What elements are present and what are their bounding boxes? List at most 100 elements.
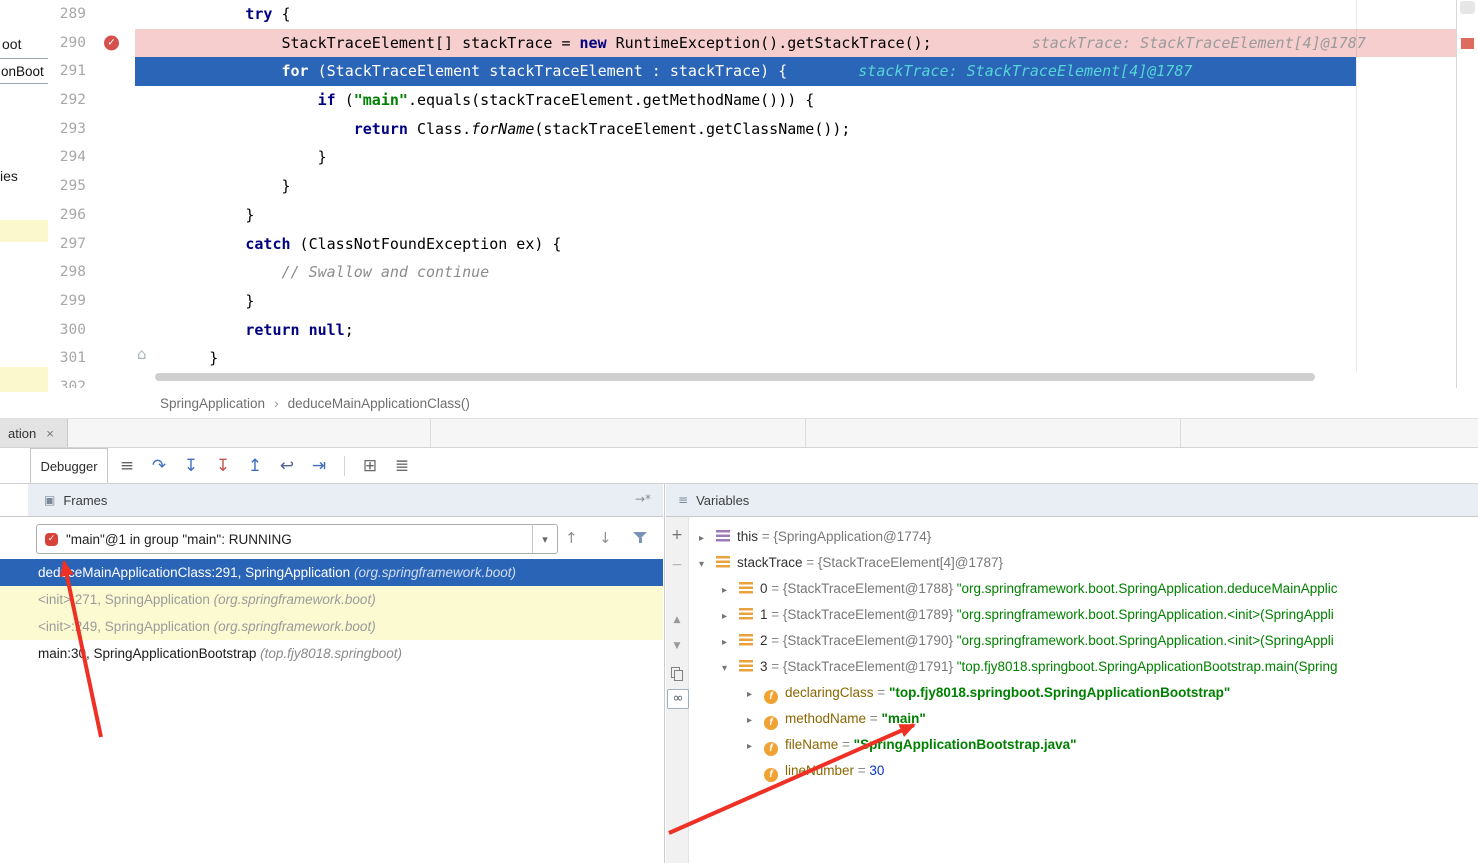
variable-row-0[interactable]: ▸0 = {StackTraceElement@1788} "org.sprin… [689,576,1478,602]
code-text: StackTraceElement[] stackTrace = new Run… [135,34,1366,52]
variable-string-value: "SpringApplicationBootstrap.java" [854,737,1077,752]
code-line-299[interactable]: } [135,287,1456,316]
gutter-line-295[interactable]: 295 [48,172,135,201]
project-item-fragment[interactable]: oot [2,36,21,52]
panel-arrow-icon[interactable]: →* [635,492,651,506]
breakpoint-icon[interactable]: ✓ [104,36,119,51]
frame-row[interactable]: deduceMainApplicationClass:291, SpringAp… [0,559,663,586]
code-text: } [135,177,291,195]
variable-ref-value: {StackTraceElement@1788} [783,581,957,596]
code-editor[interactable]: 289290✓291292293294295296297298299300301… [48,0,1456,388]
equals-sign: = [768,659,783,674]
gutter-line-297[interactable]: 297 [48,230,135,259]
restore-layout-icon[interactable]: ≡ [116,456,138,476]
tree-chevron-icon[interactable]: ▸ [747,682,761,708]
run-config-tab[interactable]: ation × [0,419,68,447]
tree-chevron-icon[interactable]: ▸ [747,734,761,760]
layout-settings-icon[interactable]: ≣ [391,456,413,476]
gutter-line-294[interactable]: 294 [48,143,135,172]
code-line-294[interactable]: } [135,143,1456,172]
tree-chevron-icon[interactable]: ▸ [722,604,736,630]
tab-debugger[interactable]: Debugger [30,448,108,483]
variable-row-fileName[interactable]: ▸ffileName = "SpringApplicationBootstrap… [689,732,1478,758]
vertical-scrollbar[interactable] [1456,0,1478,420]
remove-watch-icon[interactable]: − [666,557,688,573]
variable-row-stackTrace[interactable]: ▾stackTrace = {StackTraceElement[4]@1787… [689,550,1478,576]
tree-chevron-icon[interactable]: ▾ [699,552,713,578]
gutter-line-298[interactable]: 298 [48,258,135,287]
code-line-298[interactable]: // Swallow and continue [135,258,1456,287]
gutter-line-302[interactable]: 302 [48,373,135,388]
error-stripe-breakpoint-mark[interactable] [1461,38,1474,49]
view-as-table-icon[interactable]: ⊞ [359,456,381,476]
run-to-cursor-icon[interactable]: ⇥ [308,456,330,476]
previous-frame-icon[interactable]: ↑ [565,529,578,547]
code-text: } [135,148,327,166]
variable-row-methodName[interactable]: ▸fmethodName = "main" [689,706,1478,732]
scrollbar-thumb[interactable] [1460,1,1475,14]
step-out-icon[interactable]: ↥ [244,456,266,476]
copy-stack-icon[interactable] [671,667,682,680]
add-watch-icon[interactable]: + [666,527,688,543]
tree-chevron-icon[interactable]: ▾ [722,656,736,682]
variable-row-lineNumber[interactable]: flineNumber = 30 [689,758,1478,784]
code-line-300[interactable]: return null; [135,316,1456,345]
code-line-293[interactable]: return Class.forName(stackTraceElement.g… [135,115,1456,144]
tree-chevron-icon[interactable]: ▸ [699,526,713,552]
code-text: } [135,292,254,310]
variable-ref-value: {StackTraceElement[4]@1787} [818,555,1003,570]
step-over-icon[interactable]: ↷ [148,456,170,476]
code-text: // Swallow and continue [135,263,489,281]
tree-chevron-icon[interactable]: ▸ [747,708,761,734]
thread-selector[interactable]: ✓ "main"@1 in group "main": RUNNING ▾ [36,524,558,554]
gutter-line-292[interactable]: 292 [48,86,135,115]
filter-frames-icon[interactable] [633,531,647,544]
scroll-up-icon[interactable]: ▲ [666,615,688,625]
gutter-line-291[interactable]: 291 [48,57,135,86]
code-line-289[interactable]: try { [135,0,1456,29]
variable-row-1[interactable]: ▸1 = {StackTraceElement@1789} "org.sprin… [689,602,1478,628]
code-line-296[interactable]: } [135,201,1456,230]
next-frame-icon[interactable]: ↓ [599,529,612,547]
close-icon[interactable]: × [46,426,54,441]
code-line-297[interactable]: catch (ClassNotFoundException ex) { [135,230,1456,259]
equals-sign: = [866,711,881,726]
gutter-line-290[interactable]: 290✓ [48,29,135,58]
force-step-into-icon[interactable]: ↧ [212,456,234,476]
code-line-301[interactable]: } [135,344,1456,373]
gutter-line-293[interactable]: 293 [48,115,135,144]
variable-row-declaringClass[interactable]: ▸fdeclaringClass = "top.fjy8018.springbo… [689,680,1478,706]
line-number: 291 [48,57,86,86]
panel-splitter[interactable] [664,484,665,863]
code-line-290[interactable]: StackTraceElement[] stackTrace = new Run… [135,29,1456,58]
gutter-line-299[interactable]: 299 [48,287,135,316]
chevron-down-icon[interactable]: ▾ [532,525,557,553]
gutter-line-296[interactable]: 296 [48,201,135,230]
horizontal-scrollbar[interactable] [155,373,1315,381]
editor-gutter[interactable]: 289290✓291292293294295296297298299300301… [48,0,135,388]
step-into-icon[interactable]: ↧ [180,456,202,476]
breadcrumb-item-class[interactable]: SpringApplication [160,396,265,411]
code-line-291[interactable]: for (StackTraceElement stackTraceElement… [135,57,1456,86]
tree-chevron-icon[interactable]: ▸ [722,630,736,656]
frame-row[interactable]: main:30, SpringApplicationBootstrap (top… [0,640,663,667]
variable-row-2[interactable]: ▸2 = {StackTraceElement@1790} "org.sprin… [689,628,1478,654]
gutter-line-300[interactable]: 300 [48,316,135,345]
drop-frame-icon[interactable]: ↩ [276,456,298,476]
field-icon: f [764,716,778,730]
gutter-line-301[interactable]: 301 [48,344,135,373]
tree-chevron-icon[interactable]: ▸ [722,578,736,604]
variable-row-3[interactable]: ▾3 = {StackTraceElement@1791} "top.fjy80… [689,654,1478,680]
code-line-292[interactable]: if ("main".equals(stackTraceElement.getM… [135,86,1456,115]
frame-row[interactable]: <init>:249, SpringApplication (org.sprin… [0,613,663,640]
code-area[interactable]: try { StackTraceElement[] stackTrace = n… [135,0,1456,388]
scroll-down-icon[interactable]: ▼ [666,641,688,651]
frame-row[interactable]: <init>:271, SpringApplication (org.sprin… [0,586,663,613]
variable-row-this[interactable]: ▸this = {SpringApplication@1774} [689,524,1478,550]
gutter-line-289[interactable]: 289 [48,0,135,29]
project-item-fragment[interactable]: ies [0,168,18,184]
variables-panel: ▸this = {SpringApplication@1774}▾stackTr… [689,517,1478,863]
breadcrumb-item-method[interactable]: deduceMainApplicationClass() [288,396,470,411]
code-line-295[interactable]: } [135,172,1456,201]
watch-toggle-icon[interactable]: ∞ [667,689,689,709]
